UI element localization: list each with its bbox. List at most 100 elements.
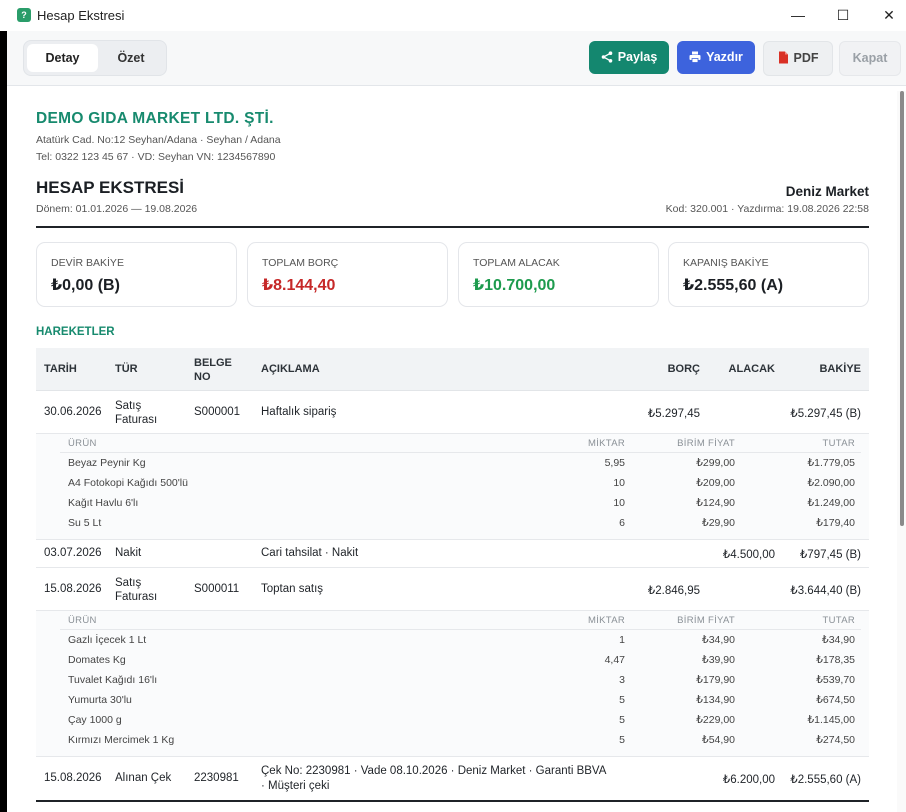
sub-divider [60, 452, 861, 453]
scrollbar-thumb[interactable] [900, 91, 904, 526]
company-name: DEMO GIDA MARKET LTD. ŞTİ. [36, 110, 274, 127]
item-qty: 4,47 [604, 654, 625, 666]
section-title: HAREKETLER [36, 326, 115, 338]
pdf-file-icon [778, 51, 788, 64]
maximize-button[interactable]: ☐ [828, 4, 858, 26]
item-total: ₺34,90 [822, 634, 855, 646]
item-qty: 10 [613, 497, 625, 509]
item-unit-price: ₺134,90 [696, 694, 735, 706]
card-total-credit: TOPLAM ALACAK ₺10.700,00 [458, 242, 659, 307]
row-divider [36, 567, 869, 568]
share-icon [601, 51, 612, 63]
row-doc: S000011 [194, 583, 240, 595]
pdf-button[interactable]: PDF [763, 41, 833, 76]
col-date: TARİH [44, 363, 77, 375]
item-qty: 3 [619, 674, 625, 686]
sub-col-qty: MİKTAR [588, 438, 625, 449]
card-value: ₺10.700,00 [473, 277, 556, 294]
item-product: Yumurta 30'lu [68, 694, 132, 706]
card-value: ₺0,00 (B) [51, 277, 120, 294]
item-qty: 6 [619, 517, 625, 529]
item-qty: 5 [619, 734, 625, 746]
card-total-debit: TOPLAM BORÇ ₺8.144,40 [247, 242, 448, 307]
item-qty: 5 [619, 694, 625, 706]
row-desc: Toptan satış [261, 583, 324, 595]
item-qty: 10 [613, 477, 625, 489]
card-label: DEVİR BAKİYE [51, 257, 124, 269]
row-balance: ₺3.644,40 (B) [790, 585, 861, 597]
sub-col-qty: MİKTAR [588, 615, 625, 626]
printer-icon [689, 51, 701, 63]
item-total: ₺1.779,05 [807, 457, 855, 469]
share-label: Paylaş [617, 50, 658, 64]
row-date: 03.07.2026 [44, 547, 102, 559]
item-unit-price: ₺124,90 [696, 497, 735, 509]
print-label: Yazdır [706, 50, 743, 64]
row-balance: ₺5.297,45 (B) [790, 408, 861, 420]
item-total: ₺1.249,00 [807, 497, 855, 509]
item-unit-price: ₺229,00 [696, 714, 735, 726]
item-total: ₺178,35 [816, 654, 855, 666]
minimize-button[interactable]: — [783, 4, 813, 26]
document-title: HESAP EKSTRESİ [36, 178, 185, 197]
table-bottom-rule [36, 800, 869, 802]
card-label: TOPLAM ALACAK [473, 257, 560, 269]
row-doc: 2230981 [194, 772, 239, 784]
row-balance: ₺797,45 (B) [799, 549, 861, 561]
sub-col-unit: BİRİM FİYAT [677, 615, 735, 626]
row-type: Nakit [115, 547, 142, 559]
row-divider [36, 539, 869, 540]
app-icon: ? [17, 8, 31, 22]
customer-meta: Kod: 320.001 · Yazdırma: 19.08.2026 22:5… [665, 203, 869, 215]
tab-ozet[interactable]: Özet [100, 44, 162, 72]
close-button[interactable]: Kapat [839, 41, 901, 76]
left-edge [0, 31, 7, 812]
item-unit-price: ₺179,90 [696, 674, 735, 686]
row-debit: ₺5.297,45 [647, 408, 700, 420]
item-product: Tuvalet Kağıdı 16'lı [68, 674, 158, 686]
print-button[interactable]: Yazdır [677, 41, 755, 74]
sub-col-total: TUTAR [822, 615, 855, 626]
row-date: 15.08.2026 [44, 772, 102, 784]
item-unit-price: ₺299,00 [696, 457, 735, 469]
header-divider [36, 226, 869, 228]
card-closing-balance: KAPANIŞ BAKİYE ₺2.555,60 (A) [668, 242, 869, 307]
item-product: Su 5 Lt [68, 517, 102, 529]
item-qty: 1 [619, 634, 625, 646]
company-address: Atatürk Cad. No:12 Seyhan/Adana · Seyhan… [36, 134, 281, 146]
row-desc: Haftalık sipariş [261, 406, 337, 418]
sub-divider [60, 629, 861, 630]
item-total: ₺674,50 [816, 694, 855, 706]
card-value: ₺8.144,40 [262, 277, 336, 294]
card-opening-balance: DEVİR BAKİYE ₺0,00 (B) [36, 242, 237, 307]
row-divider [36, 756, 869, 757]
col-balance: BAKİYE [819, 363, 861, 375]
item-total: ₺1.145,00 [807, 714, 855, 726]
row-debit: ₺2.846,95 [647, 585, 700, 597]
window-title: Hesap Ekstresi [37, 8, 125, 23]
card-value: ₺2.555,60 (A) [683, 277, 784, 294]
row-doc: S000001 [194, 406, 241, 418]
row-type: Satış Faturası [115, 577, 158, 603]
company-contact: Tel: 0322 123 45 67 · VD: Seyhan VN: 123… [36, 151, 276, 163]
view-switch: Detay Özet [23, 40, 167, 76]
statement-period: Dönem: 01.01.2026 — 19.08.2026 [36, 203, 198, 215]
customer-name: Deniz Market [785, 184, 869, 199]
close-window-button[interactable]: ✕ [874, 4, 904, 26]
row-desc: Cari tahsilat · Nakit [261, 547, 359, 559]
sub-col-product: ÜRÜN [68, 615, 97, 626]
toolbar: Detay Özet Paylaş Yazdır PDF Kapat [7, 31, 906, 86]
card-label: KAPANIŞ BAKİYE [683, 257, 769, 269]
share-button[interactable]: Paylaş [589, 41, 669, 74]
item-unit-price: ₺34,90 [702, 634, 735, 646]
tab-detay[interactable]: Detay [27, 44, 98, 72]
col-desc: AÇIKLAMA [261, 363, 320, 375]
item-product: Kağıt Havlu 6'lı [68, 497, 139, 509]
row-balance: ₺2.555,60 (A) [790, 774, 861, 786]
item-product: Domates Kg [68, 654, 126, 666]
item-qty: 5 [619, 714, 625, 726]
sub-col-total: TUTAR [822, 438, 855, 449]
row-type: Alınan Çek [115, 772, 172, 784]
sub-col-product: ÜRÜN [68, 438, 97, 449]
item-unit-price: ₺39,90 [702, 654, 735, 666]
